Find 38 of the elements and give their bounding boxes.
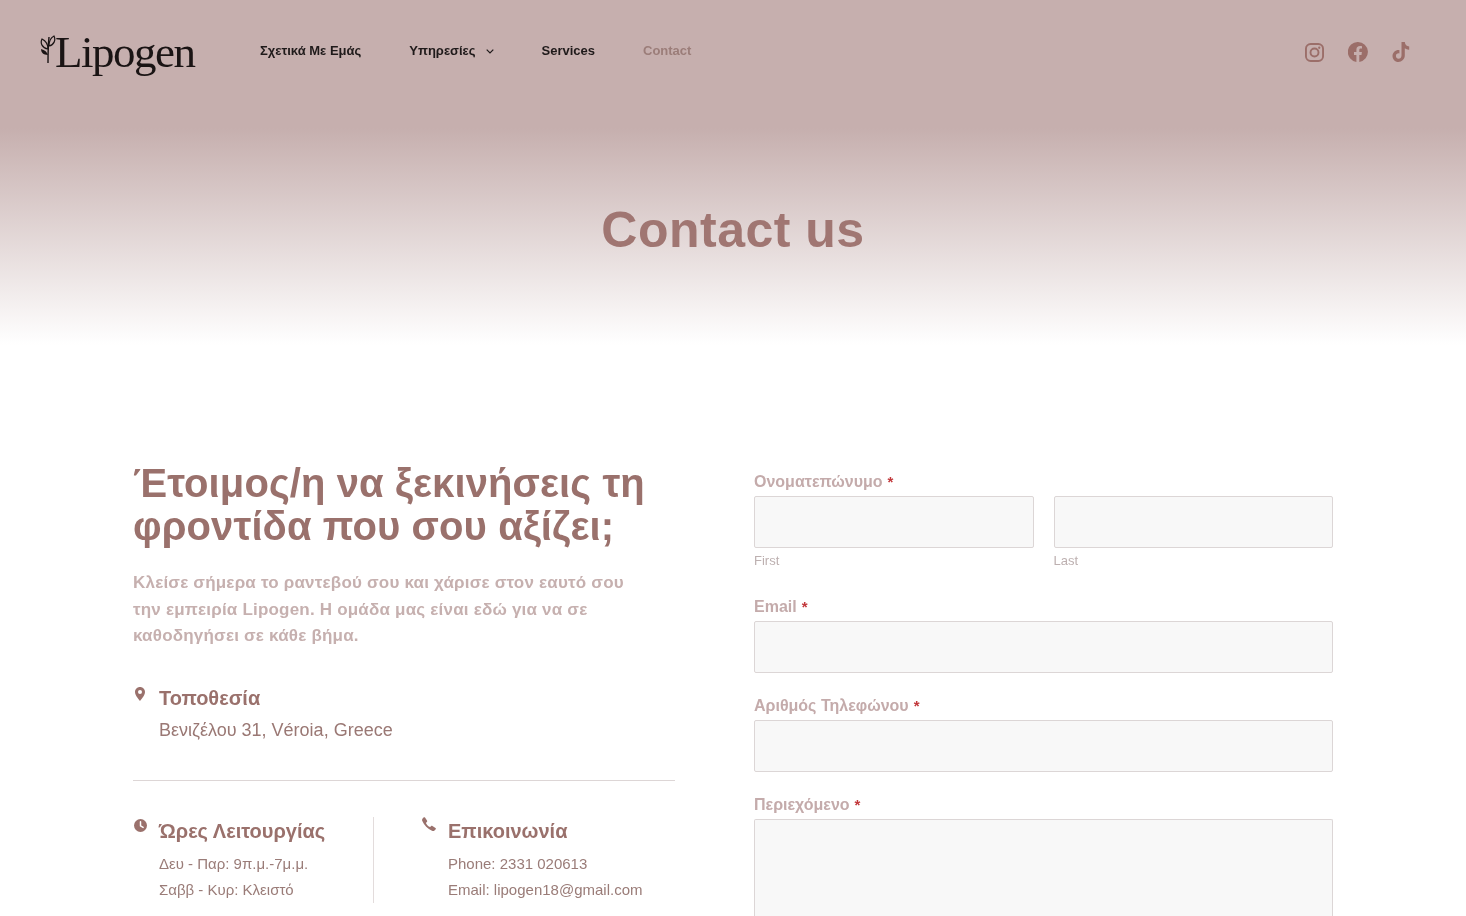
field-label: Email — [754, 597, 797, 617]
required-mark: * — [913, 696, 920, 716]
leaf-logo-icon — [40, 33, 56, 63]
info-text: Email: lipogen18@gmail.com — [448, 879, 643, 900]
logo[interactable]: Lipogen — [55, 26, 195, 78]
instagram-icon[interactable] — [1305, 42, 1324, 62]
caret-icon — [485, 48, 494, 54]
field-sublabel: First — [754, 552, 780, 569]
required-mark: * — [854, 795, 861, 815]
field-label: Αριθμός Τηλεφώνου — [754, 696, 909, 716]
tiktok-icon[interactable] — [1392, 42, 1410, 62]
input-field[interactable] — [1053, 496, 1333, 548]
input-field[interactable] — [754, 496, 1034, 548]
phone-icon — [422, 816, 436, 831]
textarea-field[interactable] — [754, 819, 1333, 916]
location-pin-icon — [135, 686, 145, 701]
nav-link[interactable]: Services — [541, 41, 595, 61]
field-label: Περιεχόμενο — [754, 795, 850, 815]
input-field[interactable] — [754, 621, 1333, 673]
nav-link[interactable]: Υπηρεσίες — [409, 41, 494, 61]
required-mark: * — [887, 472, 894, 492]
field-label: Ονοματεπώνυμο — [754, 472, 883, 492]
field-sublabel: Last — [1053, 552, 1079, 569]
input-field[interactable] — [754, 720, 1333, 772]
intro-heading: Έτοιμος/η να ξεκινήσεις τη φροντίδα που σου αξίζει; — [133, 462, 646, 548]
intro-text: Κλείσε σήμερα το ραντεβού σου και χάρισε στον εαυτό σου την εμπειρία Lipogen. Η ομάδα μας είναι εδώ για να σε καθοδηγήσει σε κάθε βήμα. — [133, 572, 625, 647]
info-title: Επικοινωνία — [448, 818, 569, 844]
address-text: Βενιζέλου 31, Véroia, Greece — [159, 718, 393, 742]
info-title: Ώρες Λειτουργίας — [159, 818, 326, 844]
info-text: Phone: 2331 020613 — [448, 853, 589, 874]
required-mark: * — [801, 597, 808, 617]
page-title: Contact us — [601, 202, 865, 258]
info-text: Σαββ - Κυρ: Κλειστό — [159, 879, 295, 900]
location-title: Τοποθεσία — [159, 685, 262, 711]
nav-link[interactable]: Σχετικά Με Εμάς — [260, 41, 362, 61]
info-text: Δευ - Παρ: 9π.μ.-7μ.μ. — [159, 853, 310, 874]
facebook-icon[interactable] — [1348, 42, 1368, 62]
clock-icon — [134, 818, 147, 832]
